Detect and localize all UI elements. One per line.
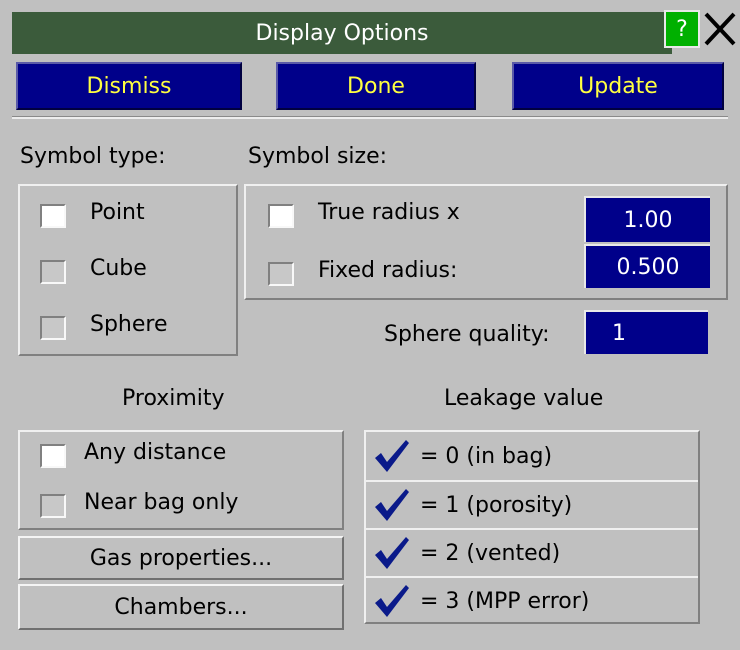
window-title-bar: Display Options — [12, 12, 672, 54]
update-button[interactable]: Update — [512, 62, 724, 110]
leakage-row-1[interactable]: = 1 (porosity) — [366, 480, 698, 528]
symbol-size-group: True radius x 1.00 Fixed radius: 0.500 — [244, 184, 728, 300]
true-radius-value-text: 1.00 — [623, 207, 673, 233]
done-button[interactable]: Done — [276, 62, 476, 110]
window-title: Display Options — [255, 20, 429, 46]
sphere-quality-value-text: 1 — [612, 320, 626, 346]
dismiss-label: Dismiss — [86, 73, 172, 99]
leakage-row-0[interactable]: = 0 (in bag) — [366, 432, 698, 480]
true-radius-value[interactable]: 1.00 — [584, 196, 710, 242]
fixed-radius-label: Fixed radius: — [318, 258, 458, 283]
leakage-row-2[interactable]: = 2 (vented) — [366, 528, 698, 576]
cube-label: Cube — [90, 256, 147, 281]
proximity-group: Any distance Near bag only — [18, 430, 344, 530]
sphere-quality-value[interactable]: 1 — [584, 310, 708, 354]
help-label: ? — [676, 16, 688, 42]
dismiss-button[interactable]: Dismiss — [16, 62, 242, 110]
leakage-label-0: = 0 (in bag) — [420, 443, 553, 469]
help-button[interactable]: ? — [664, 10, 700, 48]
sphere-label: Sphere — [90, 312, 168, 337]
fixed-radius-value-text: 0.500 — [616, 254, 680, 280]
chambers-button[interactable]: Chambers... — [18, 584, 344, 630]
proximity-heading: Proximity — [122, 386, 225, 411]
symbol-type-heading: Symbol type: — [20, 144, 166, 169]
point-label: Point — [90, 200, 145, 225]
symbol-type-group: Point Cube Sphere — [18, 184, 238, 356]
checkmark-icon — [375, 440, 409, 472]
checkmark-icon — [375, 489, 409, 521]
near-bag-only-checkbox[interactable] — [40, 494, 66, 518]
true-radius-checkbox[interactable] — [268, 204, 294, 228]
leakage-group: = 0 (in bag) = 1 (porosity) = 2 (vented)… — [364, 430, 700, 624]
gas-properties-label: Gas properties... — [89, 545, 273, 571]
fixed-radius-value[interactable]: 0.500 — [584, 244, 710, 288]
any-distance-label: Any distance — [84, 440, 227, 465]
leakage-label-3: = 3 (MPP error) — [420, 588, 590, 614]
leakage-row-3[interactable]: = 3 (MPP error) — [366, 576, 698, 624]
checkmark-icon — [375, 537, 409, 569]
gas-properties-button[interactable]: Gas properties... — [18, 536, 344, 580]
any-distance-checkbox[interactable] — [40, 444, 66, 468]
leakage-label-2: = 2 (vented) — [420, 540, 561, 566]
checkmark-icon — [375, 585, 409, 617]
true-radius-label: True radius x — [318, 200, 460, 225]
chambers-label: Chambers... — [114, 594, 248, 620]
update-label: Update — [578, 73, 658, 99]
cube-checkbox[interactable] — [40, 260, 66, 284]
done-label: Done — [347, 73, 405, 99]
divider — [12, 116, 728, 119]
symbol-size-heading: Symbol size: — [248, 144, 388, 169]
sphere-checkbox[interactable] — [40, 316, 66, 340]
sphere-quality-label: Sphere quality: — [384, 322, 550, 347]
near-bag-only-label: Near bag only — [84, 490, 239, 515]
leakage-label-1: = 1 (porosity) — [420, 492, 573, 518]
close-icon — [704, 12, 736, 46]
close-button[interactable] — [700, 6, 740, 52]
point-checkbox[interactable] — [40, 204, 66, 228]
leakage-heading: Leakage value — [444, 386, 604, 411]
fixed-radius-checkbox[interactable] — [268, 262, 294, 286]
